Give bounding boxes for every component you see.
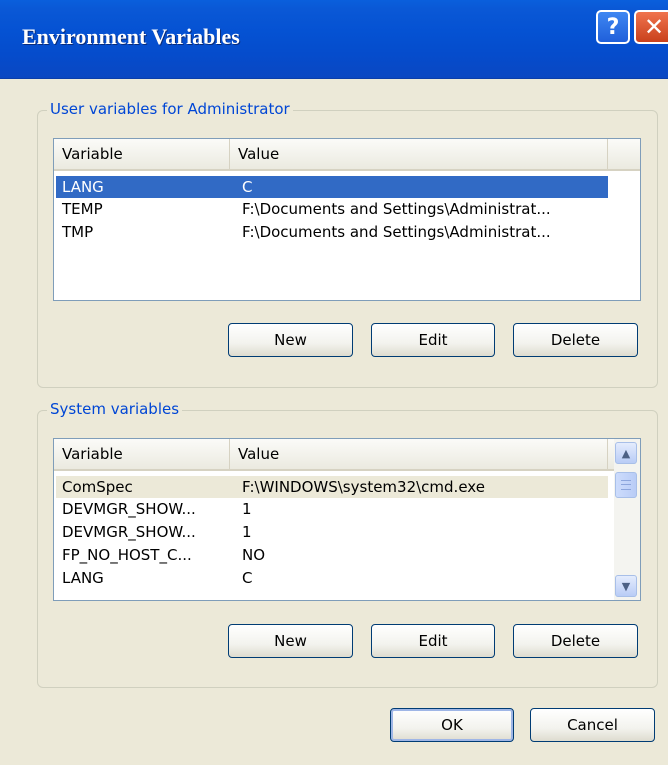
- user-new-button[interactable]: New: [228, 323, 353, 357]
- column-header-value[interactable]: Value: [230, 139, 608, 169]
- system-delete-button[interactable]: Delete: [513, 624, 638, 658]
- user-delete-button[interactable]: Delete: [513, 323, 638, 357]
- cancel-button[interactable]: Cancel: [530, 708, 655, 742]
- title-bar[interactable]: Environment Variables ? ✕: [0, 0, 668, 79]
- column-header-variable[interactable]: Variable: [54, 439, 230, 469]
- system-variable-row[interactable]: DEVMGR_SHOW... 1: [56, 521, 608, 543]
- variable-name: FP_NO_HOST_C...: [62, 546, 192, 564]
- variable-name: DEVMGR_SHOW...: [62, 500, 196, 518]
- ok-button[interactable]: OK: [390, 708, 514, 742]
- variable-name: TEMP: [62, 200, 103, 218]
- column-header-value[interactable]: Value: [230, 439, 608, 469]
- help-icon: ?: [606, 14, 620, 40]
- variable-name: ComSpec: [62, 478, 133, 496]
- system-edit-button[interactable]: Edit: [371, 624, 495, 658]
- user-variables-list[interactable]: Variable Value LANG C TEMP F:\Documents …: [53, 138, 641, 301]
- grip-icon: [621, 480, 631, 490]
- variable-name: LANG: [62, 178, 104, 196]
- scroll-down-icon[interactable]: ▼: [615, 575, 637, 597]
- variable-value: F:\Documents and Settings\Administrat...: [242, 223, 551, 241]
- user-variable-row[interactable]: LANG C: [56, 176, 608, 198]
- help-button[interactable]: ?: [596, 10, 630, 44]
- close-button[interactable]: ✕: [634, 10, 668, 44]
- variable-name: DEVMGR_SHOW...: [62, 523, 196, 541]
- system-new-button[interactable]: New: [228, 624, 353, 658]
- variable-value: C: [242, 569, 253, 587]
- variable-value: C: [242, 178, 253, 196]
- variable-value: F:\WINDOWS\system32\cmd.exe: [242, 478, 485, 496]
- variable-value: NO: [242, 546, 266, 564]
- user-list-header: Variable Value: [54, 139, 640, 171]
- variable-name: TMP: [62, 223, 94, 241]
- system-variable-row[interactable]: LANG C: [56, 567, 608, 589]
- vertical-scrollbar[interactable]: ▲ ▼: [614, 439, 640, 600]
- system-variables-legend: System variables: [47, 400, 183, 418]
- scroll-up-icon[interactable]: ▲: [615, 442, 637, 464]
- variable-name: LANG: [62, 569, 104, 587]
- scroll-thumb[interactable]: [615, 472, 637, 498]
- system-variables-list[interactable]: Variable Value ComSpec F:\WINDOWS\system…: [53, 438, 641, 601]
- user-variable-row[interactable]: TEMP F:\Documents and Settings\Administr…: [56, 198, 608, 220]
- window-title: Environment Variables: [22, 24, 240, 49]
- variable-value: F:\Documents and Settings\Administrat...: [242, 200, 551, 218]
- system-list-header: Variable Value: [54, 439, 640, 471]
- user-variable-row[interactable]: TMP F:\Documents and Settings\Administra…: [56, 221, 608, 243]
- system-variable-row[interactable]: FP_NO_HOST_C... NO: [56, 544, 608, 566]
- system-variable-row[interactable]: ComSpec F:\WINDOWS\system32\cmd.exe: [56, 476, 608, 498]
- variable-value: 1: [242, 523, 252, 541]
- close-icon: ✕: [643, 13, 665, 41]
- column-header-variable[interactable]: Variable: [54, 139, 230, 169]
- user-variables-legend: User variables for Administrator: [47, 100, 293, 118]
- variable-value: 1: [242, 500, 252, 518]
- system-variable-row[interactable]: DEVMGR_SHOW... 1: [56, 498, 608, 520]
- user-edit-button[interactable]: Edit: [371, 323, 495, 357]
